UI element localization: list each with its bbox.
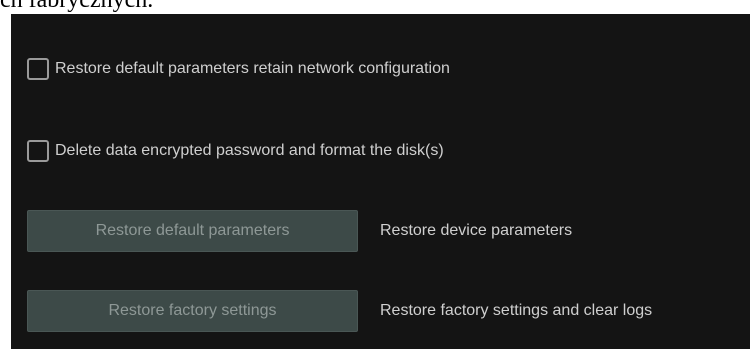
- delete-encrypted-label: Delete data encrypted password and forma…: [55, 142, 444, 159]
- delete-encrypted-checkbox[interactable]: [27, 140, 49, 162]
- option-retain-network[interactable]: Restore default parameters retain networ…: [27, 58, 450, 80]
- retain-network-label: Restore default parameters retain networ…: [55, 60, 450, 77]
- restore-factory-settings-button[interactable]: Restore factory settings: [27, 290, 358, 332]
- restore-factory-row: Restore factory settings Restore factory…: [27, 290, 652, 332]
- document-caption: ch fabrycznych.: [0, 0, 154, 13]
- restore-default-parameters-button[interactable]: Restore default parameters: [27, 210, 358, 252]
- retain-network-checkbox[interactable]: [27, 58, 49, 80]
- restore-factory-description: Restore factory settings and clear logs: [380, 302, 653, 319]
- restore-settings-panel: Restore default parameters retain networ…: [11, 14, 750, 349]
- page: ch fabrycznych. Restore default paramete…: [0, 0, 750, 349]
- restore-default-row: Restore default parameters Restore devic…: [27, 210, 572, 252]
- restore-default-description: Restore device parameters: [380, 222, 573, 239]
- option-delete-encrypted[interactable]: Delete data encrypted password and forma…: [27, 140, 444, 162]
